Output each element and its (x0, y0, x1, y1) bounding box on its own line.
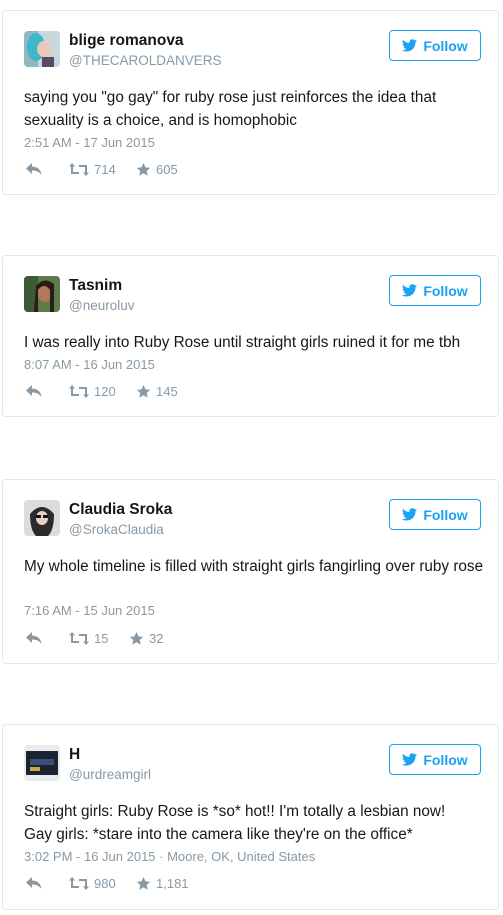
reply-button[interactable] (26, 631, 42, 645)
favorite-button[interactable]: 605 (136, 162, 178, 177)
twitter-bird-icon (402, 39, 418, 52)
display-name[interactable]: H (69, 746, 80, 764)
favorite-count: 145 (156, 384, 178, 399)
tweet-actions: 15 32 (24, 631, 324, 649)
follow-button[interactable]: Follow (389, 499, 481, 530)
display-name[interactable]: blige romanova (69, 32, 184, 50)
tweet-actions: 714 605 (24, 162, 324, 180)
favorite-count: 32 (149, 631, 164, 646)
follow-label: Follow (423, 506, 468, 523)
retweet-button[interactable]: 120 (69, 384, 116, 399)
star-icon (129, 631, 144, 645)
reply-icon (26, 877, 42, 889)
retweet-count: 120 (94, 384, 116, 399)
tweet-card: Tasnim @neuroluv Follow I was really int… (2, 255, 499, 417)
avatar[interactable] (24, 745, 60, 781)
tweet-text: I was really into Ruby Rose until straig… (24, 334, 461, 351)
tweet-card: H @urdreamgirl Follow Straight girls: Ru… (2, 724, 499, 910)
tweet-actions: 120 145 (24, 384, 324, 402)
tweet-timestamp[interactable]: 3:02 PM - 16 Jun 2015 · Moore, OK, Unite… (24, 849, 315, 864)
avatar[interactable] (24, 500, 60, 536)
avatar-image (24, 745, 60, 781)
tweet-text: Straight girls: Ruby Rose is *so* hot!! … (24, 803, 446, 843)
reply-icon (26, 632, 42, 644)
user-handle[interactable]: @SrokaClaudia (69, 522, 164, 537)
favorite-count: 605 (156, 162, 178, 177)
favorite-button[interactable]: 32 (129, 631, 163, 646)
retweet-count: 980 (94, 876, 116, 891)
retweet-icon (69, 163, 89, 176)
user-handle[interactable]: @THECAROLDANVERS (69, 53, 221, 68)
twitter-bird-icon (402, 508, 418, 521)
display-name[interactable]: Claudia Sroka (69, 501, 172, 519)
favorite-count: 1,181 (156, 876, 189, 891)
twitter-bird-icon (402, 753, 418, 766)
star-icon (136, 162, 151, 176)
reply-button[interactable] (26, 876, 42, 890)
retweet-count: 15 (94, 631, 109, 646)
follow-button[interactable]: Follow (389, 30, 481, 61)
retweet-count: 714 (94, 162, 116, 177)
star-icon (136, 384, 151, 398)
avatar[interactable] (24, 276, 60, 312)
star-icon (136, 876, 151, 890)
tweet-text: saying you "go gay" for ruby rose just r… (24, 89, 437, 129)
follow-label: Follow (423, 751, 468, 768)
avatar-image (24, 31, 60, 67)
reply-icon (26, 385, 42, 397)
user-handle[interactable]: @urdreamgirl (69, 767, 151, 782)
retweet-icon (69, 877, 89, 890)
favorite-button[interactable]: 1,181 (136, 876, 189, 891)
avatar-image (24, 500, 60, 536)
tweet-timestamp[interactable]: 2:51 AM - 17 Jun 2015 (24, 135, 155, 150)
tweet-actions: 980 1,181 (24, 876, 324, 894)
tweet-timestamp[interactable]: 8:07 AM - 16 Jun 2015 (24, 357, 155, 372)
tweet-card: blige romanova @THECAROLDANVERS Follow s… (2, 10, 499, 195)
retweet-button[interactable]: 980 (69, 876, 116, 891)
retweet-button[interactable]: 15 (69, 631, 108, 646)
retweet-icon (69, 632, 89, 645)
favorite-button[interactable]: 145 (136, 384, 178, 399)
tweet-timestamp[interactable]: 7:16 AM - 15 Jun 2015 (24, 603, 155, 618)
tweet-text: My whole timeline is filled with straigh… (24, 558, 484, 575)
reply-button[interactable] (26, 384, 42, 398)
reply-button[interactable] (26, 162, 42, 176)
retweet-icon (69, 385, 89, 398)
reply-icon (26, 163, 42, 175)
avatar[interactable] (24, 31, 60, 67)
follow-label: Follow (423, 282, 468, 299)
twitter-bird-icon (402, 284, 418, 297)
display-name[interactable]: Tasnim (69, 277, 122, 295)
follow-label: Follow (423, 37, 468, 54)
retweet-button[interactable]: 714 (69, 162, 116, 177)
avatar-image (24, 276, 60, 312)
follow-button[interactable]: Follow (389, 275, 481, 306)
user-handle[interactable]: @neuroluv (69, 298, 135, 313)
follow-button[interactable]: Follow (389, 744, 481, 775)
tweet-card: Claudia Sroka @SrokaClaudia Follow My wh… (2, 479, 499, 664)
